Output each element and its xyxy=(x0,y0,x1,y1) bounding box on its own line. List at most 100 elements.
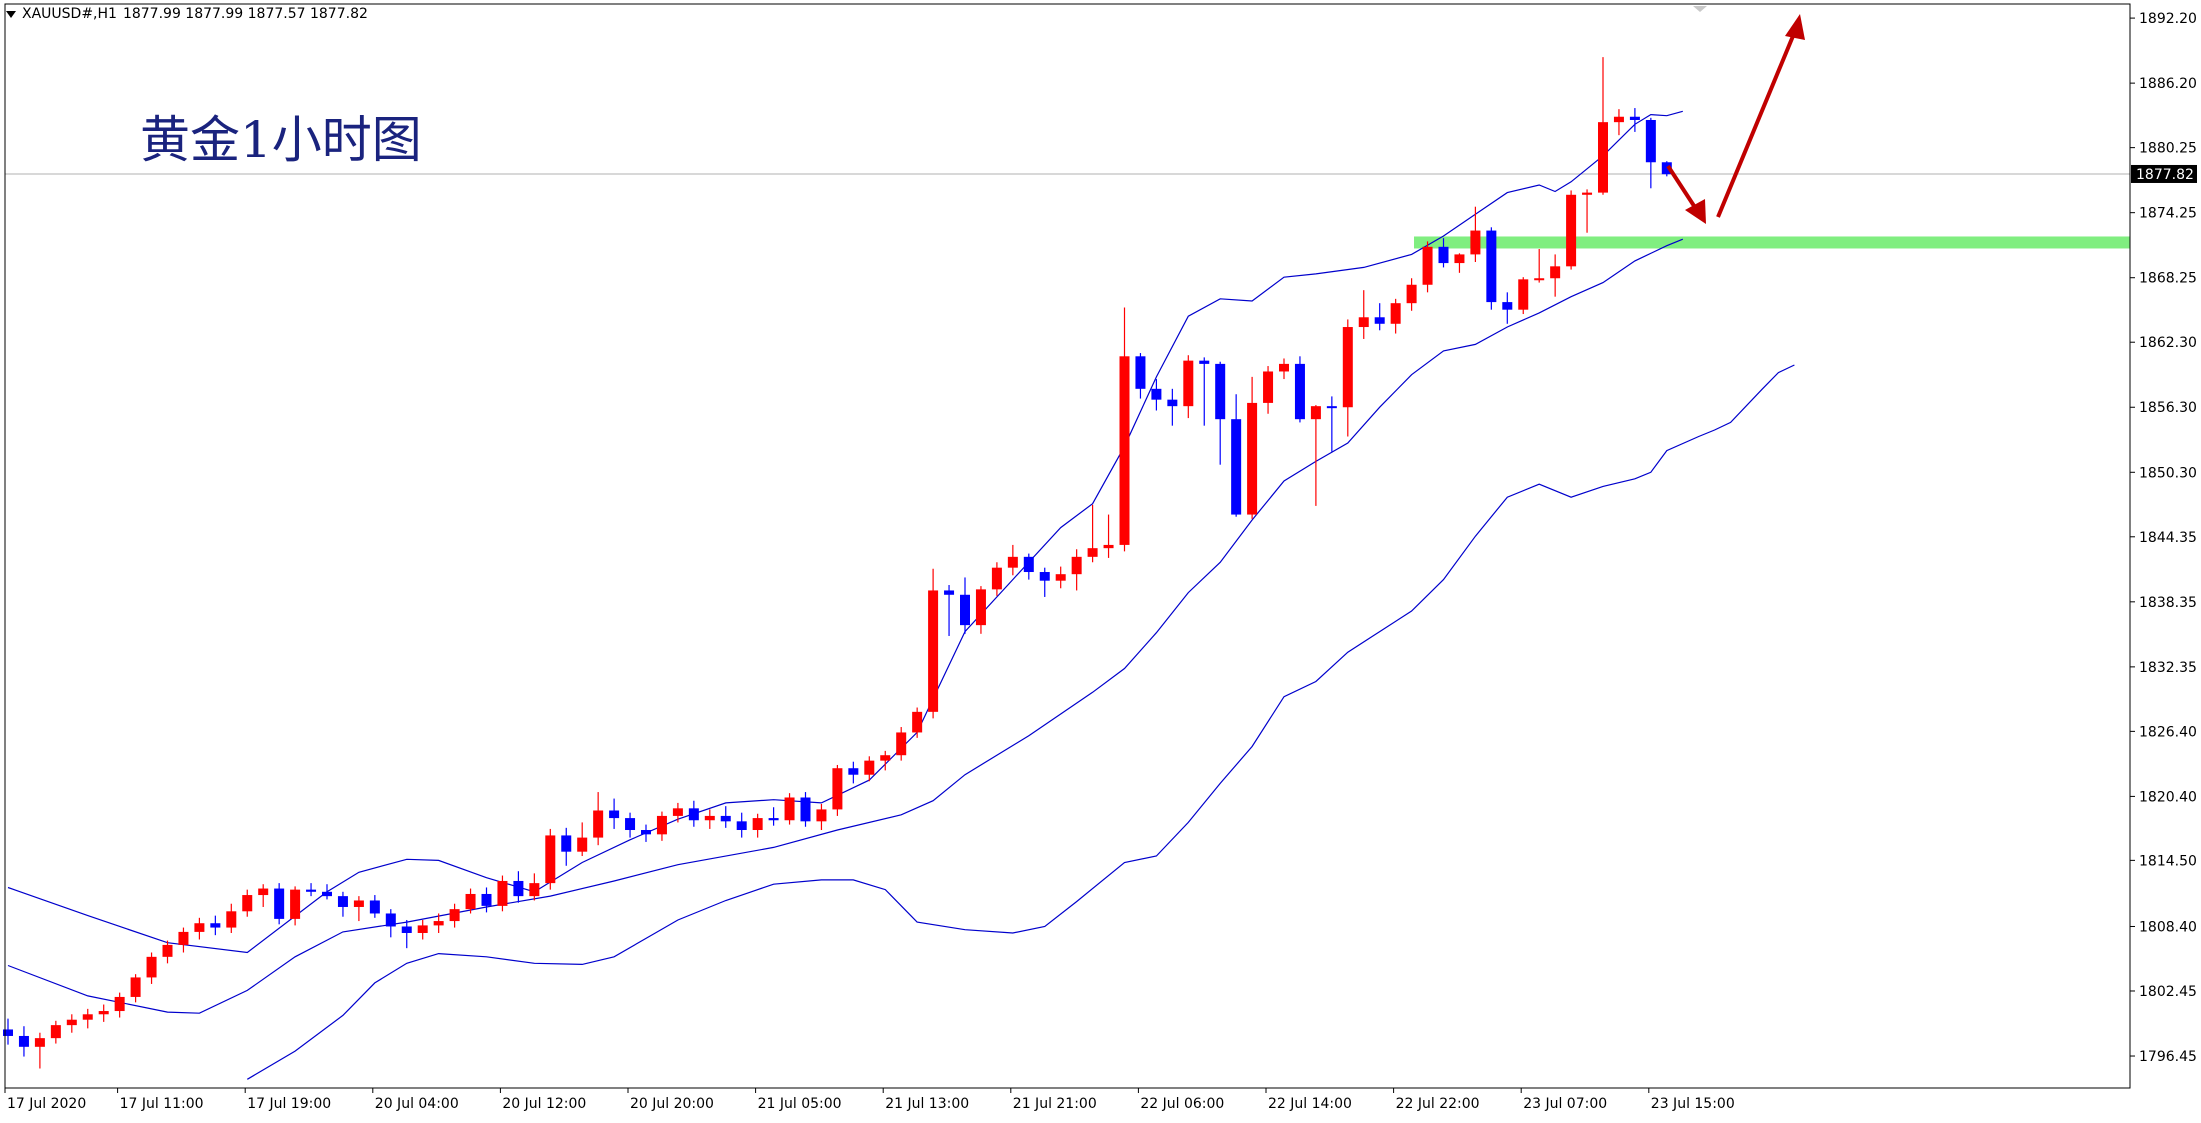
x-tick-label: 21 Jul 21:00 xyxy=(1013,1096,1097,1112)
symbol-label: XAUUSD#,H1 xyxy=(22,6,117,22)
candle-body xyxy=(1119,356,1130,545)
candle-body xyxy=(1071,556,1082,575)
candle-body xyxy=(1263,371,1274,403)
x-tick-label: 21 Jul 05:00 xyxy=(758,1096,842,1112)
candle-body xyxy=(98,1011,109,1015)
candle-body xyxy=(1279,363,1289,372)
candle-body xyxy=(991,567,1002,590)
candle-body xyxy=(258,888,269,896)
x-tick-label: 20 Jul 04:00 xyxy=(375,1096,459,1112)
candle-body xyxy=(641,830,651,835)
candle-body xyxy=(928,590,939,712)
y-tick-label: 1838.35 xyxy=(2139,595,2197,611)
candle-body xyxy=(1645,119,1656,163)
y-tick-label: 1886.20 xyxy=(2139,76,2197,92)
support-zone xyxy=(1414,236,2130,249)
candle-body xyxy=(449,909,460,922)
y-tick-label: 1814.50 xyxy=(2139,853,2197,869)
candle-body xyxy=(1326,406,1337,409)
candle xyxy=(832,764,843,816)
candle-body xyxy=(832,768,843,810)
y-tick-label: 1820.40 xyxy=(2139,789,2197,805)
candle-body xyxy=(720,815,731,822)
candle xyxy=(1518,277,1529,315)
candle-body xyxy=(625,818,636,831)
x-tick-label: 23 Jul 15:00 xyxy=(1651,1096,1735,1112)
y-tick-label: 1844.35 xyxy=(2139,530,2197,546)
candle-body xyxy=(593,810,604,838)
candle-body xyxy=(497,880,508,906)
candle-body xyxy=(178,931,189,945)
x-tick-label: 17 Jul 2020 xyxy=(7,1096,86,1112)
candle-body xyxy=(306,889,317,892)
dropdown-triangle-icon[interactable] xyxy=(6,10,16,18)
y-tick-label: 1892.20 xyxy=(2139,11,2197,27)
candle-body xyxy=(1055,574,1066,581)
y-tick-label: 1874.25 xyxy=(2139,206,2197,222)
candle-body xyxy=(1374,317,1385,324)
candle-body xyxy=(561,835,572,852)
candle xyxy=(1294,356,1305,423)
ohlc-readout: 1877.99 1877.99 1877.57 1877.82 xyxy=(122,6,368,22)
y-tick-label: 1796.45 xyxy=(2139,1049,2197,1065)
candle-body xyxy=(417,925,428,933)
candle xyxy=(1566,190,1577,270)
candle-body xyxy=(1215,363,1226,420)
candle-body xyxy=(1103,544,1114,549)
candle-body xyxy=(322,891,332,897)
candle-body xyxy=(577,837,588,852)
y-tick-label: 1880.25 xyxy=(2139,141,2197,157)
candle-body xyxy=(1135,356,1146,389)
y-tick-label: 1802.45 xyxy=(2139,984,2197,1000)
candle-body xyxy=(816,809,827,822)
candle-body xyxy=(242,895,253,912)
x-tick-label: 17 Jul 19:00 xyxy=(247,1096,331,1112)
candle-body xyxy=(609,810,620,819)
candle-body xyxy=(848,768,859,775)
candle xyxy=(1486,227,1497,310)
candle-body xyxy=(1534,278,1545,281)
candle xyxy=(1422,241,1433,293)
candle-body xyxy=(704,815,715,821)
candle-body xyxy=(672,808,683,816)
x-tick-label: 21 Jul 13:00 xyxy=(885,1096,969,1112)
y-tick-label: 1868.25 xyxy=(2139,271,2197,287)
y-tick-label: 1832.35 xyxy=(2139,660,2197,676)
candle-body xyxy=(1294,363,1305,420)
x-tick-label: 20 Jul 12:00 xyxy=(502,1096,586,1112)
candle-body xyxy=(1039,572,1050,581)
candle-body xyxy=(465,893,476,910)
x-tick-label: 23 Jul 07:00 xyxy=(1523,1096,1607,1112)
candle-body xyxy=(1454,254,1465,264)
candle-body xyxy=(1422,246,1433,285)
y-tick-label: 1808.40 xyxy=(2139,919,2197,935)
candle-body xyxy=(1550,266,1561,279)
candle-body xyxy=(1566,194,1577,267)
y-tick-label: 1856.30 xyxy=(2139,400,2197,416)
candle-body xyxy=(1151,388,1162,400)
candle-body xyxy=(290,889,301,919)
candle-body xyxy=(513,880,524,897)
candle-body xyxy=(433,921,444,926)
current-price-label: 1877.82 xyxy=(2136,167,2194,183)
candle-body xyxy=(1358,317,1369,328)
candle-body xyxy=(944,590,955,595)
candle-body xyxy=(880,755,891,761)
candle-body xyxy=(784,797,795,821)
chart-header: XAUUSD#,H1 1877.99 1877.99 1877.57 1877.… xyxy=(6,6,368,22)
candle-body xyxy=(1023,556,1034,573)
candle-body xyxy=(1390,303,1401,324)
candle xyxy=(928,568,939,719)
candle-body xyxy=(481,893,492,906)
candle-body xyxy=(656,815,667,835)
candle-body xyxy=(975,589,986,626)
candle-body xyxy=(1582,192,1593,195)
candle-body xyxy=(896,732,907,756)
candle-body xyxy=(50,1025,61,1039)
candle-body xyxy=(66,1019,77,1026)
candle-body xyxy=(1613,116,1624,123)
candle-body xyxy=(529,883,540,897)
candle-body xyxy=(1406,284,1417,304)
candle-body xyxy=(1598,122,1608,193)
candle-body xyxy=(226,911,237,928)
